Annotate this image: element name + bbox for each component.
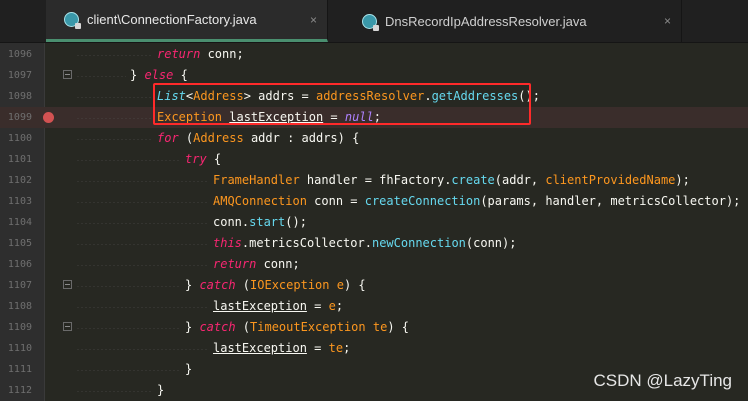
line-number: 1099: [7, 112, 32, 123]
indent-guide: [76, 160, 181, 161]
indent-guide: [76, 97, 153, 98]
line-number: 1104: [7, 217, 32, 228]
code-line[interactable]: 1105 this.metricsCollector.newConnection(…: [0, 233, 748, 254]
code-text: } catch (TimeoutException te) {: [185, 320, 409, 334]
java-class-icon: [64, 12, 81, 29]
indent-guide: [76, 55, 153, 56]
code-text: }: [185, 362, 193, 376]
code-line[interactable]: 1104 conn.start();: [0, 212, 748, 233]
indent-guide: [76, 286, 181, 287]
code-line[interactable]: 1107 } catch (IOException e) {: [0, 275, 748, 296]
code-text: try {: [185, 152, 222, 166]
fold-icon[interactable]: [63, 280, 72, 289]
indent-guide: [76, 328, 181, 329]
fold-icon[interactable]: [63, 70, 72, 79]
code-line[interactable]: 1102 FrameHandler handler = fhFactory.cre…: [0, 170, 748, 191]
indent-guide: [76, 391, 153, 392]
indent-guide: [76, 223, 209, 224]
code-editor[interactable]: 1096 return conn; 1097} else {1098 List<Add…: [0, 43, 748, 401]
tab-label: client\ConnectionFactory.java: [87, 12, 257, 27]
code-text: return conn;: [157, 47, 244, 61]
close-icon[interactable]: ×: [310, 13, 317, 27]
code-line[interactable]: 1096 return conn;: [0, 44, 748, 65]
line-number: 1108: [7, 301, 32, 312]
highlight-box: [153, 83, 531, 125]
indent-guide: [76, 202, 209, 203]
java-class-icon: [362, 13, 379, 31]
indent-guide: [76, 265, 209, 266]
code-line[interactable]: 1109 } catch (TimeoutException te) {: [0, 317, 748, 338]
line-number: 1097: [7, 70, 32, 81]
line-number: 1112: [7, 385, 32, 396]
indent-guide: [76, 118, 153, 119]
code-text: for (Address addr : addrs) {: [157, 131, 360, 145]
code-line[interactable]: 1106 return conn;: [0, 254, 748, 275]
code-text: lastException = e;: [213, 299, 344, 313]
indent-guide: [76, 307, 209, 308]
line-number: 1107: [7, 280, 32, 291]
line-number: 1103: [7, 196, 32, 207]
code-text: return conn;: [213, 257, 300, 271]
line-number: 1105: [7, 238, 32, 249]
watermark: CSDN @LazyTing: [593, 371, 733, 390]
line-number: 1111: [7, 364, 32, 375]
indent-guide: [76, 76, 126, 77]
indent-guide: [76, 370, 181, 371]
code-text: this.metricsCollector.newConnection(conn…: [213, 236, 517, 250]
code-text: }: [157, 383, 165, 397]
indent-guide: [76, 349, 209, 350]
line-number: 1098: [7, 91, 32, 102]
line-number: 1096: [7, 49, 32, 60]
code-text: lastException = te;: [213, 341, 351, 355]
indent-guide: [76, 139, 153, 140]
line-number: 1102: [7, 175, 32, 186]
editor-tab-bar: client\ConnectionFactory.java × DnsRecor…: [0, 0, 748, 43]
indent-guide: [76, 181, 209, 182]
code-text: } catch (IOException e) {: [185, 278, 366, 292]
close-icon[interactable]: ×: [664, 14, 671, 28]
line-number: 1109: [7, 322, 32, 333]
tab-dns-resolver[interactable]: DnsRecordIpAddressResolver.java ×: [328, 0, 682, 42]
code-text: AMQConnection conn = createConnection(pa…: [213, 194, 741, 208]
fold-icon[interactable]: [63, 322, 72, 331]
code-text: FrameHandler handler = fhFactory.create(…: [213, 173, 690, 187]
code-line[interactable]: 1103 AMQConnection conn = createConnectio…: [0, 191, 748, 212]
code-line[interactable]: 1108 lastException = e;: [0, 296, 748, 317]
tab-connection-factory[interactable]: client\ConnectionFactory.java ×: [46, 0, 328, 42]
code-line[interactable]: 1100 for (Address addr : addrs) {: [0, 128, 748, 149]
breakpoint-icon[interactable]: [43, 112, 54, 123]
line-number: 1100: [7, 133, 32, 144]
code-line[interactable]: 1110 lastException = te;: [0, 338, 748, 359]
line-number: 1110: [7, 343, 32, 354]
indent-guide: [76, 244, 209, 245]
code-line[interactable]: 1101 try {: [0, 149, 748, 170]
line-number: 1101: [7, 154, 32, 165]
line-number: 1106: [7, 259, 32, 270]
code-text: conn.start();: [213, 215, 307, 229]
tab-label: DnsRecordIpAddressResolver.java: [385, 13, 587, 29]
